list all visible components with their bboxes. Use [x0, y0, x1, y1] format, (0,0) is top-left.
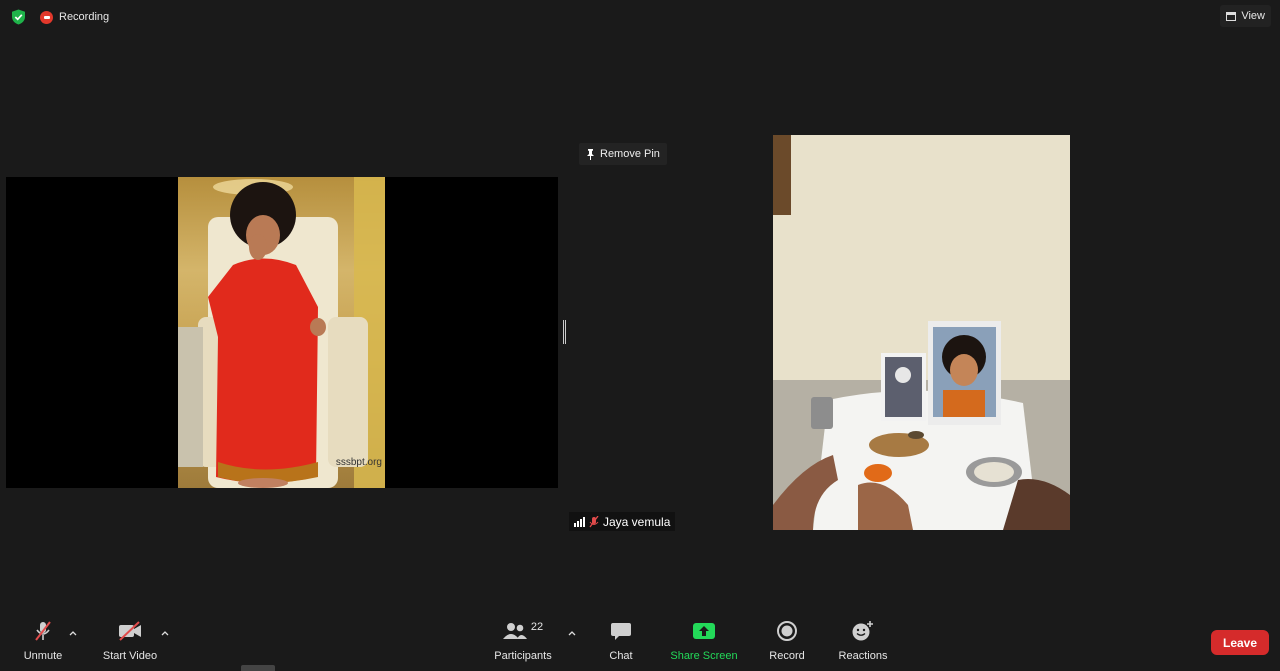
minimized-tab[interactable] [241, 665, 275, 671]
portrait-image [178, 177, 385, 488]
muted-mic-icon [589, 515, 599, 527]
participants-count: 22 [530, 621, 544, 633]
share-screen-label: Share Screen [670, 650, 738, 662]
view-label: View [1241, 10, 1265, 22]
leave-button[interactable]: Leave [1211, 630, 1269, 655]
chat-button[interactable]: Chat [601, 620, 641, 662]
record-label: Record [769, 650, 805, 662]
unmute-label: Unmute [23, 650, 63, 662]
chat-label: Chat [609, 650, 633, 662]
recording-icon [40, 10, 53, 24]
pin-icon [587, 148, 594, 160]
recording-indicator[interactable]: Recording [40, 9, 109, 25]
record-button[interactable]: Record [765, 620, 809, 662]
share-screen-button[interactable]: Share Screen [668, 620, 740, 662]
video-options-chevron-icon[interactable] [160, 629, 170, 639]
shared-photo: sssbpt.org [178, 177, 385, 488]
participants-label: Participants [494, 650, 552, 662]
reactions-button[interactable]: Reactions [836, 620, 890, 662]
participant-name-tag: Jaya vemula [569, 512, 676, 531]
recording-label: Recording [59, 11, 110, 23]
resize-handle[interactable] [563, 320, 566, 344]
smiley-add-icon [852, 621, 873, 641]
share-screen-icon [693, 623, 715, 639]
participant-video-image [773, 135, 1070, 530]
video-camera-off-icon [119, 621, 141, 641]
remove-pin-button[interactable]: Remove Pin [579, 143, 667, 165]
audio-options-chevron-icon[interactable] [68, 629, 78, 639]
participants-button[interactable]: 22 Participants [490, 620, 556, 662]
participant-name: Jaya vemula [603, 514, 671, 529]
video-tile-left[interactable]: sssbpt.org [6, 177, 558, 488]
microphone-muted-icon [35, 621, 51, 641]
record-icon [777, 621, 797, 641]
video-tile-right[interactable] [773, 135, 1070, 530]
participants-options-chevron-icon[interactable] [567, 629, 577, 639]
unmute-button[interactable]: Unmute [18, 620, 68, 662]
start-video-label: Start Video [102, 650, 158, 662]
signal-strength-icon [574, 516, 585, 527]
participants-icon [502, 623, 527, 639]
security-shield-icon[interactable] [11, 9, 26, 25]
grid-view-icon [1226, 11, 1237, 21]
view-button[interactable]: View [1220, 5, 1271, 27]
chat-icon [611, 623, 631, 640]
photo-watermark: sssbpt.org [335, 457, 382, 468]
start-video-button[interactable]: Start Video [98, 620, 162, 662]
reactions-label: Reactions [838, 650, 888, 662]
remove-pin-label: Remove Pin [600, 148, 660, 160]
